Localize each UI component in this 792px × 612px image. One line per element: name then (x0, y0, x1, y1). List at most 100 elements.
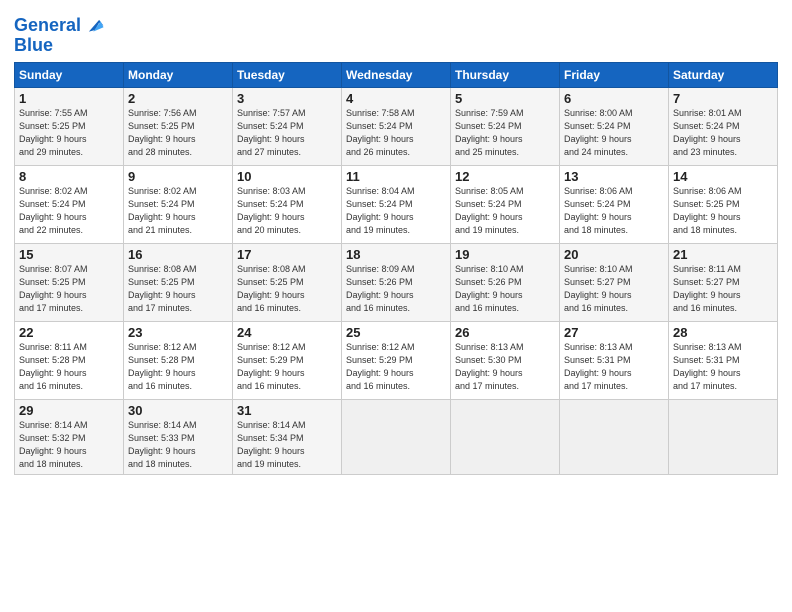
day-detail: Sunrise: 8:02 AMSunset: 5:24 PMDaylight:… (128, 185, 228, 237)
day-detail: Sunrise: 8:12 AMSunset: 5:29 PMDaylight:… (237, 341, 337, 393)
day-detail: Sunrise: 8:06 AMSunset: 5:25 PMDaylight:… (673, 185, 773, 237)
calendar-cell: 28Sunrise: 8:13 AMSunset: 5:31 PMDayligh… (669, 322, 778, 400)
day-detail: Sunrise: 8:11 AMSunset: 5:28 PMDaylight:… (19, 341, 119, 393)
day-number: 26 (455, 325, 555, 340)
day-number: 9 (128, 169, 228, 184)
calendar-cell (342, 400, 451, 475)
weekday-header-row: SundayMondayTuesdayWednesdayThursdayFrid… (15, 63, 778, 88)
day-number: 20 (564, 247, 664, 262)
calendar-cell (669, 400, 778, 475)
day-detail: Sunrise: 8:12 AMSunset: 5:29 PMDaylight:… (346, 341, 446, 393)
calendar-cell: 7Sunrise: 8:01 AMSunset: 5:24 PMDaylight… (669, 88, 778, 166)
day-detail: Sunrise: 8:05 AMSunset: 5:24 PMDaylight:… (455, 185, 555, 237)
calendar-cell: 1Sunrise: 7:55 AMSunset: 5:25 PMDaylight… (15, 88, 124, 166)
logo-blue: Blue (14, 36, 105, 54)
weekday-header: Tuesday (233, 63, 342, 88)
day-detail: Sunrise: 8:00 AMSunset: 5:24 PMDaylight:… (564, 107, 664, 159)
calendar-cell: 15Sunrise: 8:07 AMSunset: 5:25 PMDayligh… (15, 244, 124, 322)
calendar-week-row: 29Sunrise: 8:14 AMSunset: 5:32 PMDayligh… (15, 400, 778, 475)
calendar-cell: 19Sunrise: 8:10 AMSunset: 5:26 PMDayligh… (451, 244, 560, 322)
day-number: 17 (237, 247, 337, 262)
day-detail: Sunrise: 8:07 AMSunset: 5:25 PMDaylight:… (19, 263, 119, 315)
day-number: 14 (673, 169, 773, 184)
day-detail: Sunrise: 8:06 AMSunset: 5:24 PMDaylight:… (564, 185, 664, 237)
calendar-cell: 2Sunrise: 7:56 AMSunset: 5:25 PMDaylight… (124, 88, 233, 166)
weekday-header: Wednesday (342, 63, 451, 88)
calendar-cell: 25Sunrise: 8:12 AMSunset: 5:29 PMDayligh… (342, 322, 451, 400)
calendar-cell: 4Sunrise: 7:58 AMSunset: 5:24 PMDaylight… (342, 88, 451, 166)
weekday-header: Saturday (669, 63, 778, 88)
day-number: 6 (564, 91, 664, 106)
page-container: General Blue SundayMondayTuesdayWednesda… (0, 0, 792, 483)
day-number: 24 (237, 325, 337, 340)
calendar-cell: 3Sunrise: 7:57 AMSunset: 5:24 PMDaylight… (233, 88, 342, 166)
header: General Blue (14, 10, 778, 54)
calendar-cell: 16Sunrise: 8:08 AMSunset: 5:25 PMDayligh… (124, 244, 233, 322)
calendar-cell: 8Sunrise: 8:02 AMSunset: 5:24 PMDaylight… (15, 166, 124, 244)
weekday-header: Monday (124, 63, 233, 88)
day-detail: Sunrise: 8:14 AMSunset: 5:32 PMDaylight:… (19, 419, 119, 471)
day-detail: Sunrise: 8:10 AMSunset: 5:27 PMDaylight:… (564, 263, 664, 315)
day-number: 30 (128, 403, 228, 418)
day-number: 5 (455, 91, 555, 106)
day-detail: Sunrise: 7:59 AMSunset: 5:24 PMDaylight:… (455, 107, 555, 159)
calendar-cell: 12Sunrise: 8:05 AMSunset: 5:24 PMDayligh… (451, 166, 560, 244)
logo-icon (83, 14, 105, 36)
day-number: 10 (237, 169, 337, 184)
day-detail: Sunrise: 8:09 AMSunset: 5:26 PMDaylight:… (346, 263, 446, 315)
calendar-week-row: 15Sunrise: 8:07 AMSunset: 5:25 PMDayligh… (15, 244, 778, 322)
day-number: 16 (128, 247, 228, 262)
day-number: 23 (128, 325, 228, 340)
weekday-header: Thursday (451, 63, 560, 88)
day-number: 7 (673, 91, 773, 106)
calendar-cell: 17Sunrise: 8:08 AMSunset: 5:25 PMDayligh… (233, 244, 342, 322)
day-detail: Sunrise: 8:02 AMSunset: 5:24 PMDaylight:… (19, 185, 119, 237)
day-number: 2 (128, 91, 228, 106)
day-number: 29 (19, 403, 119, 418)
day-number: 8 (19, 169, 119, 184)
calendar-cell (560, 400, 669, 475)
day-number: 4 (346, 91, 446, 106)
day-detail: Sunrise: 8:13 AMSunset: 5:30 PMDaylight:… (455, 341, 555, 393)
calendar-cell: 29Sunrise: 8:14 AMSunset: 5:32 PMDayligh… (15, 400, 124, 475)
calendar-cell: 30Sunrise: 8:14 AMSunset: 5:33 PMDayligh… (124, 400, 233, 475)
calendar-cell: 18Sunrise: 8:09 AMSunset: 5:26 PMDayligh… (342, 244, 451, 322)
calendar-week-row: 1Sunrise: 7:55 AMSunset: 5:25 PMDaylight… (15, 88, 778, 166)
day-number: 13 (564, 169, 664, 184)
calendar-cell: 20Sunrise: 8:10 AMSunset: 5:27 PMDayligh… (560, 244, 669, 322)
calendar-cell: 24Sunrise: 8:12 AMSunset: 5:29 PMDayligh… (233, 322, 342, 400)
day-detail: Sunrise: 7:58 AMSunset: 5:24 PMDaylight:… (346, 107, 446, 159)
day-number: 1 (19, 91, 119, 106)
calendar-cell: 21Sunrise: 8:11 AMSunset: 5:27 PMDayligh… (669, 244, 778, 322)
calendar-cell: 11Sunrise: 8:04 AMSunset: 5:24 PMDayligh… (342, 166, 451, 244)
calendar-table: SundayMondayTuesdayWednesdayThursdayFrid… (14, 62, 778, 475)
weekday-header: Sunday (15, 63, 124, 88)
calendar-cell: 13Sunrise: 8:06 AMSunset: 5:24 PMDayligh… (560, 166, 669, 244)
day-number: 27 (564, 325, 664, 340)
calendar-cell: 9Sunrise: 8:02 AMSunset: 5:24 PMDaylight… (124, 166, 233, 244)
day-number: 18 (346, 247, 446, 262)
day-number: 11 (346, 169, 446, 184)
calendar-cell: 31Sunrise: 8:14 AMSunset: 5:34 PMDayligh… (233, 400, 342, 475)
day-number: 28 (673, 325, 773, 340)
calendar-cell: 23Sunrise: 8:12 AMSunset: 5:28 PMDayligh… (124, 322, 233, 400)
day-detail: Sunrise: 8:14 AMSunset: 5:33 PMDaylight:… (128, 419, 228, 471)
day-detail: Sunrise: 8:12 AMSunset: 5:28 PMDaylight:… (128, 341, 228, 393)
calendar-cell: 5Sunrise: 7:59 AMSunset: 5:24 PMDaylight… (451, 88, 560, 166)
calendar-cell (451, 400, 560, 475)
logo-text: General (14, 16, 81, 34)
day-detail: Sunrise: 8:13 AMSunset: 5:31 PMDaylight:… (673, 341, 773, 393)
day-detail: Sunrise: 8:11 AMSunset: 5:27 PMDaylight:… (673, 263, 773, 315)
day-detail: Sunrise: 7:57 AMSunset: 5:24 PMDaylight:… (237, 107, 337, 159)
day-number: 12 (455, 169, 555, 184)
calendar-week-row: 8Sunrise: 8:02 AMSunset: 5:24 PMDaylight… (15, 166, 778, 244)
day-detail: Sunrise: 8:10 AMSunset: 5:26 PMDaylight:… (455, 263, 555, 315)
day-number: 21 (673, 247, 773, 262)
calendar-week-row: 22Sunrise: 8:11 AMSunset: 5:28 PMDayligh… (15, 322, 778, 400)
day-detail: Sunrise: 8:14 AMSunset: 5:34 PMDaylight:… (237, 419, 337, 471)
weekday-header: Friday (560, 63, 669, 88)
day-number: 25 (346, 325, 446, 340)
day-number: 3 (237, 91, 337, 106)
calendar-cell: 27Sunrise: 8:13 AMSunset: 5:31 PMDayligh… (560, 322, 669, 400)
day-detail: Sunrise: 8:13 AMSunset: 5:31 PMDaylight:… (564, 341, 664, 393)
